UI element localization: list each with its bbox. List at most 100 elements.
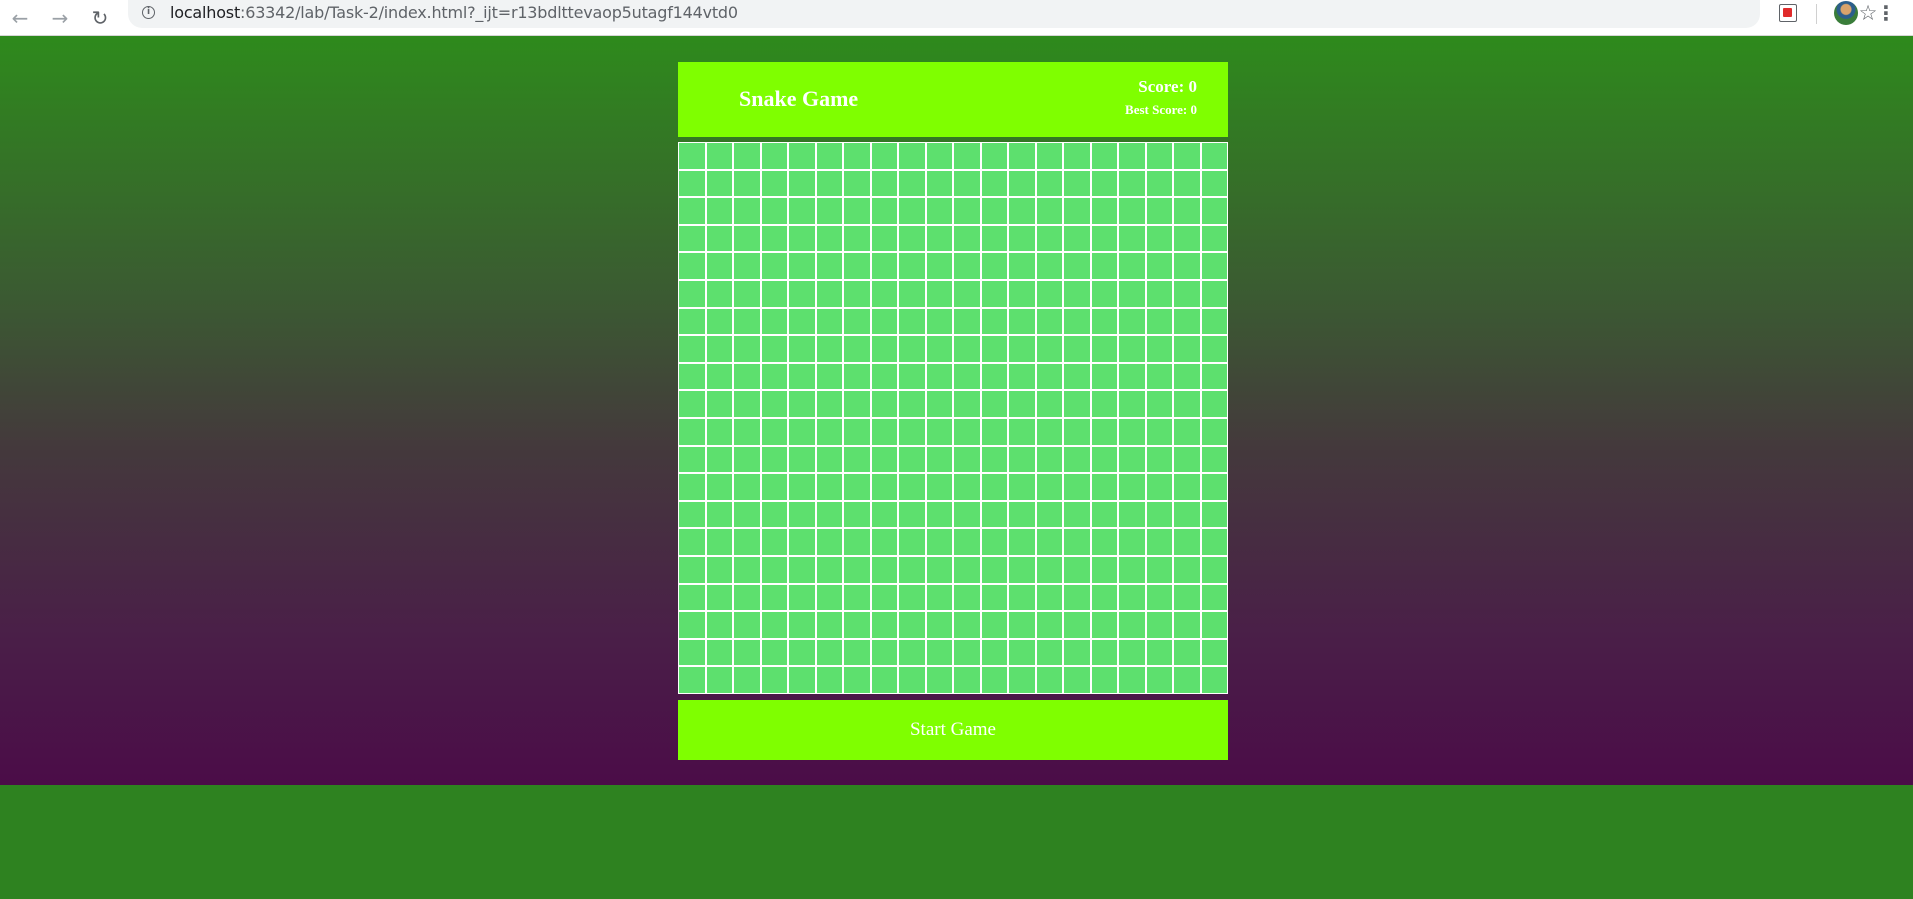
grid-cell — [954, 170, 980, 197]
grid-cell — [1119, 170, 1145, 197]
grid-cell — [844, 363, 870, 390]
grid-cell — [981, 143, 1007, 169]
grid-cell — [1009, 363, 1035, 390]
grid-cell — [1091, 391, 1117, 417]
grid-cell — [761, 474, 787, 500]
grid-cell — [899, 612, 925, 638]
grid-cell — [1036, 612, 1062, 638]
grid-cell — [706, 363, 732, 390]
grid-cell — [1036, 391, 1062, 417]
grid-cell — [1091, 584, 1117, 611]
grid-cell — [706, 143, 732, 169]
grid-cell — [761, 529, 787, 555]
grid-cell — [679, 501, 705, 528]
game-board[interactable] — [678, 142, 1228, 694]
url-text[interactable]: localhost:63342/lab/Task-2/index.html?_i… — [170, 3, 738, 22]
grid-cell — [761, 225, 787, 252]
grid-cell — [981, 639, 1007, 666]
grid-cell — [954, 143, 980, 169]
grid-cell — [1146, 419, 1172, 445]
grid-cell — [1064, 308, 1090, 335]
grid-cell — [1119, 474, 1145, 500]
grid-cell — [1174, 639, 1200, 666]
grid-cell — [761, 557, 787, 583]
grid-cell — [789, 529, 815, 555]
grid-cell — [871, 336, 897, 362]
grid-cell — [1064, 225, 1090, 252]
grid-cell — [1146, 363, 1172, 390]
grid-cell — [981, 225, 1007, 252]
grid-cell — [871, 308, 897, 335]
grid-cell — [981, 474, 1007, 500]
grid-cell — [1146, 667, 1172, 693]
grid-cell — [679, 391, 705, 417]
site-info-icon[interactable]: i — [142, 6, 155, 19]
grid-cell — [844, 143, 870, 169]
grid-cell — [1201, 446, 1227, 473]
grid-cell — [1091, 612, 1117, 638]
grid-cell — [761, 281, 787, 307]
grid-cell — [816, 446, 842, 473]
grid-cell — [844, 170, 870, 197]
toolbar-divider — [1816, 4, 1817, 24]
grid-cell — [844, 667, 870, 693]
grid-cell — [1119, 639, 1145, 666]
grid-cell — [899, 225, 925, 252]
grid-cell — [1201, 529, 1227, 555]
forward-arrow-icon[interactable]: → — [42, 0, 78, 36]
grid-cell — [1009, 225, 1035, 252]
grid-cell — [926, 639, 952, 666]
grid-cell — [706, 557, 732, 583]
start-game-button[interactable]: Start Game — [678, 700, 1228, 760]
grid-cell — [734, 529, 760, 555]
grid-cell — [981, 584, 1007, 611]
grid-cell — [981, 419, 1007, 445]
grid-cell — [706, 308, 732, 335]
kebab-menu-icon[interactable]: ⋮ — [1876, 0, 1896, 26]
grid-cell — [981, 308, 1007, 335]
grid-cell — [761, 391, 787, 417]
grid-cell — [734, 446, 760, 473]
grid-cell — [761, 308, 787, 335]
grid-cell — [816, 336, 842, 362]
grid-cell — [1009, 557, 1035, 583]
grid-cell — [1201, 336, 1227, 362]
url-path: :63342/lab/Task-2/index.html?_ijt=r13bdl… — [240, 3, 738, 22]
grid-cell — [1174, 198, 1200, 224]
grid-cell — [816, 143, 842, 169]
grid-cell — [1009, 281, 1035, 307]
best-score-label: Best Score: 0 — [1125, 102, 1197, 117]
grid-cell — [844, 198, 870, 224]
profile-avatar[interactable] — [1834, 1, 1858, 25]
grid-cell — [1146, 170, 1172, 197]
address-bar[interactable]: i localhost:63342/lab/Task-2/index.html?… — [128, 0, 1877, 28]
grid-cell — [734, 170, 760, 197]
grid-cell — [706, 198, 732, 224]
grid-cell — [816, 667, 842, 693]
grid-cell — [789, 667, 815, 693]
grid-cell — [844, 612, 870, 638]
grid-cell — [816, 363, 842, 390]
back-arrow-icon[interactable]: ← — [2, 0, 38, 36]
grid-cell — [926, 363, 952, 390]
grid-cell — [1174, 584, 1200, 611]
grid-cell — [706, 391, 732, 417]
grid-cell — [1146, 336, 1172, 362]
reload-icon[interactable]: ↻ — [82, 0, 118, 36]
grid-cell — [789, 363, 815, 390]
grid-cell — [1009, 612, 1035, 638]
extension-icon[interactable] — [1779, 4, 1797, 22]
grid-cell — [1091, 198, 1117, 224]
grid-cell — [844, 474, 870, 500]
grid-cell — [816, 474, 842, 500]
grid-cell — [954, 336, 980, 362]
grid-cell — [789, 639, 815, 666]
grid-cell — [1201, 225, 1227, 252]
grid-cell — [706, 474, 732, 500]
grid-cell — [1174, 667, 1200, 693]
game-title: Snake Game — [739, 86, 859, 111]
grid-cell — [1064, 253, 1090, 279]
grid-cell — [761, 584, 787, 611]
grid-cell — [871, 253, 897, 279]
grid-cell — [871, 584, 897, 611]
